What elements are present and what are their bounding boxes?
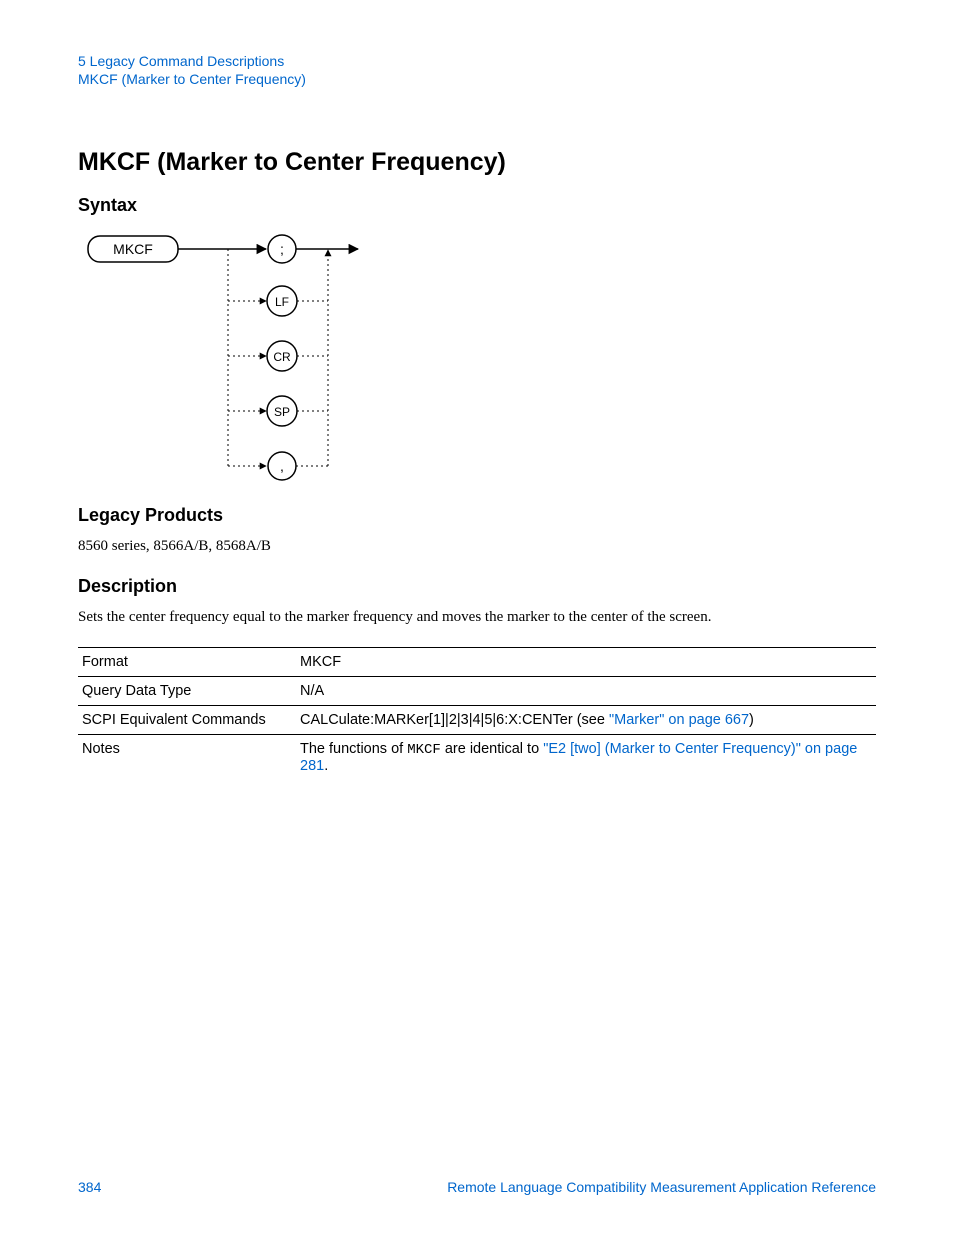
term-lf: LF <box>275 295 289 309</box>
term-semicolon: ; <box>280 241 284 257</box>
scpi-label: SCPI Equivalent Commands <box>78 705 296 734</box>
scpi-prefix: CALCulate:MARKer[1]|2|3|4|5|6:X:CENTer (… <box>300 712 609 728</box>
table-row: Format MKCF <box>78 647 876 676</box>
page-footer: 384 Remote Language Compatibility Measur… <box>78 1179 876 1195</box>
table-row: Query Data Type N/A <box>78 676 876 705</box>
term-cr: CR <box>273 350 291 364</box>
notes-mid: are identical to <box>441 741 543 757</box>
breadcrumb-chapter: 5 Legacy Command Descriptions <box>78 52 876 70</box>
term-comma: , <box>280 458 284 474</box>
legacy-heading: Legacy Products <box>78 505 876 526</box>
scpi-suffix: ) <box>749 712 754 728</box>
description-heading: Description <box>78 576 876 597</box>
breadcrumb: 5 Legacy Command Descriptions MKCF (Mark… <box>78 52 876 88</box>
syntax-diagram: MKCF ; LF CR SP , <box>78 226 876 491</box>
notes-suffix: . <box>324 758 328 774</box>
notes-value: The functions of MKCF are identical to "… <box>296 734 876 780</box>
scpi-link[interactable]: "Marker" on page 667 <box>609 712 749 728</box>
format-label: Format <box>78 647 296 676</box>
table-row: SCPI Equivalent Commands CALCulate:MARKe… <box>78 705 876 734</box>
syntax-command-node: MKCF <box>113 241 153 257</box>
term-sp: SP <box>274 405 290 419</box>
query-label: Query Data Type <box>78 676 296 705</box>
page-number: 384 <box>78 1179 101 1195</box>
table-row: Notes The functions of MKCF are identica… <box>78 734 876 780</box>
syntax-heading: Syntax <box>78 195 876 216</box>
query-value: N/A <box>296 676 876 705</box>
scpi-value: CALCulate:MARKer[1]|2|3|4|5|6:X:CENTer (… <box>296 705 876 734</box>
info-table: Format MKCF Query Data Type N/A SCPI Equ… <box>78 647 876 780</box>
legacy-text: 8560 series, 8566A/B, 8568A/B <box>78 536 876 558</box>
description-text: Sets the center frequency equal to the m… <box>78 607 876 629</box>
notes-mono: MKCF <box>407 742 441 758</box>
doc-title: Remote Language Compatibility Measuremen… <box>447 1179 876 1195</box>
notes-label: Notes <box>78 734 296 780</box>
format-value: MKCF <box>296 647 876 676</box>
notes-prefix: The functions of <box>300 741 407 757</box>
breadcrumb-section: MKCF (Marker to Center Frequency) <box>78 70 876 88</box>
page-title: MKCF (Marker to Center Frequency) <box>78 148 876 177</box>
